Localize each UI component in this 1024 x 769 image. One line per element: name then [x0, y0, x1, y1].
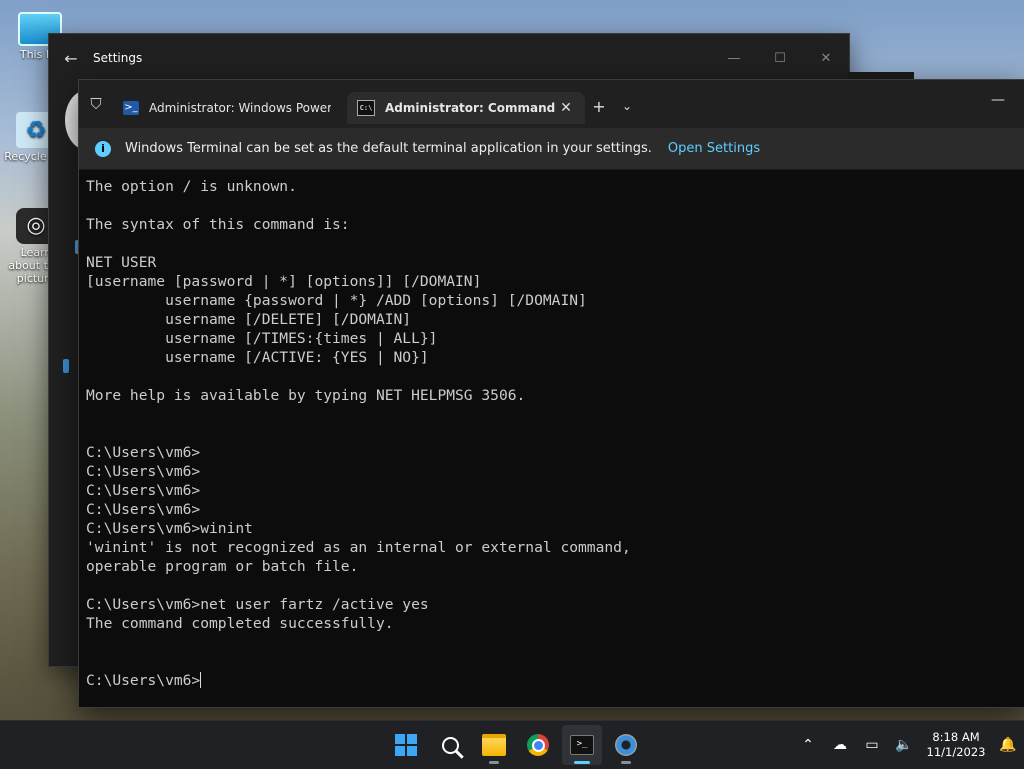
- taskbar: >_ ⌃ ☁ ▭ 🔈 8:18 AM 11/1/2023 🔔: [0, 720, 1024, 769]
- chrome-icon: [527, 734, 549, 756]
- new-tab-button[interactable]: +: [585, 97, 613, 116]
- search-button[interactable]: [430, 725, 470, 765]
- close-icon[interactable]: ✕: [557, 100, 575, 116]
- chrome-button[interactable]: [518, 725, 558, 765]
- tab-label: Administrator: Command Prompt: [385, 101, 557, 115]
- terminal-window[interactable]: ⛉ >_ Administrator: Windows PowerShell C…: [78, 79, 1024, 708]
- chevron-down-icon[interactable]: ⌄: [613, 99, 641, 113]
- settings-titlebar: ← Settings — ☐ ✕: [49, 34, 849, 82]
- network-icon[interactable]: ▭: [856, 737, 888, 753]
- minimize-button[interactable]: —: [711, 51, 757, 66]
- settings-title: Settings: [93, 51, 143, 65]
- volume-muted-icon[interactable]: 🔈: [888, 737, 920, 753]
- info-bar: i Windows Terminal can be set as the def…: [79, 128, 1024, 170]
- tab-command-prompt[interactable]: C:\ Administrator: Command Prompt ✕: [347, 92, 585, 124]
- search-icon: [441, 736, 459, 754]
- running-indicator: [621, 761, 631, 764]
- terminal-button[interactable]: >_: [562, 725, 602, 765]
- settings-icon: [615, 734, 637, 756]
- cmd-icon: C:\: [357, 100, 375, 116]
- open-settings-link[interactable]: Open Settings: [668, 141, 760, 156]
- file-explorer-button[interactable]: [474, 725, 514, 765]
- shield-icon: ⛉: [90, 95, 102, 113]
- taskbar-apps: >_: [386, 725, 646, 765]
- file-explorer-icon: [482, 734, 506, 756]
- tab-powershell[interactable]: >_ Administrator: Windows PowerShell: [113, 92, 341, 124]
- close-button[interactable]: ✕: [803, 51, 849, 66]
- nav-indicator: [63, 359, 69, 373]
- text-cursor: [200, 672, 202, 688]
- console-text: The option / is unknown. The syntax of t…: [86, 178, 631, 632]
- console-prompt: C:\Users\vm6>: [86, 672, 201, 689]
- info-message: Windows Terminal can be set as the defau…: [125, 141, 652, 156]
- minimize-button[interactable]: —: [991, 92, 1005, 108]
- tab-label: Administrator: Windows PowerShell: [149, 101, 331, 115]
- system-tray: ⌃ ☁ ▭ 🔈 8:18 AM 11/1/2023 🔔: [792, 721, 1024, 769]
- clock[interactable]: 8:18 AM 11/1/2023: [920, 730, 992, 760]
- notification-bell-icon[interactable]: 🔔: [992, 737, 1024, 753]
- start-icon: [395, 734, 417, 756]
- back-arrow-icon[interactable]: ←: [49, 49, 93, 68]
- running-indicator: [489, 761, 499, 764]
- clock-date: 11/1/2023: [926, 745, 986, 759]
- settings-button[interactable]: [606, 725, 646, 765]
- chevron-up-icon[interactable]: ⌃: [792, 737, 824, 753]
- info-icon: i: [95, 140, 111, 157]
- maximize-button[interactable]: ☐: [757, 51, 803, 66]
- clock-time: 8:18 AM: [932, 730, 980, 744]
- console-output[interactable]: The option / is unknown. The syntax of t…: [86, 177, 1019, 701]
- powershell-icon: >_: [123, 101, 139, 115]
- tab-bar: ⛉ >_ Administrator: Windows PowerShell C…: [79, 80, 1024, 128]
- running-indicator: [574, 761, 590, 764]
- terminal-icon: >_: [570, 735, 594, 755]
- start-button[interactable]: [386, 725, 426, 765]
- onedrive-offline-icon[interactable]: ☁: [824, 737, 856, 753]
